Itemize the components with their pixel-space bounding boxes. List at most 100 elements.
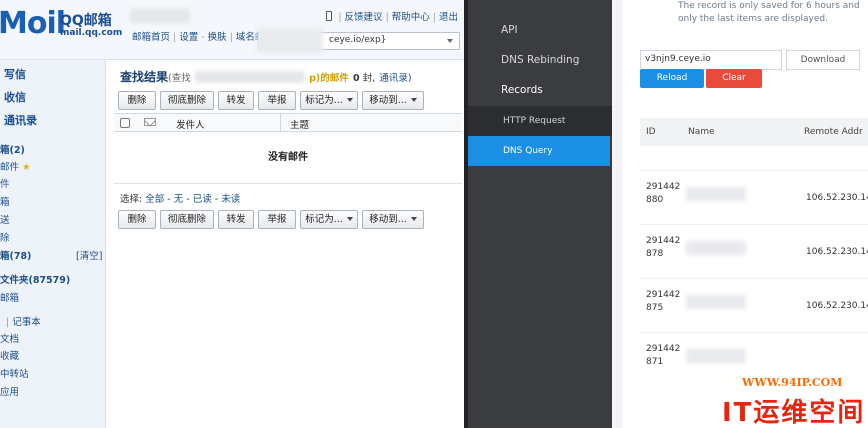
- chevron-down-icon: [346, 98, 353, 102]
- trash-clear-link[interactable]: [清空]: [76, 248, 102, 262]
- sidebar-item-transfer[interactable]: 中转站: [0, 366, 29, 380]
- nav-api[interactable]: API: [468, 24, 612, 36]
- sidebar-item-apps[interactable]: 应用: [0, 384, 19, 398]
- nav-skin[interactable]: 换肤: [208, 32, 227, 43]
- table-row: 291442878 106.52.230.148: [640, 224, 868, 280]
- search-result-title: 查找结果(查找 p)的邮件 0 封, 通讯录): [120, 70, 412, 84]
- mail-domain: mail.qq.com: [60, 28, 123, 38]
- receive-button[interactable]: 收信: [4, 89, 26, 105]
- sidebar-item-starred[interactable]: 邮件 ★: [0, 159, 31, 173]
- sidebar-item-mailbox[interactable]: 邮箱: [0, 290, 19, 304]
- empty-message: 没有邮件: [114, 132, 462, 184]
- table-row: 291442880 106.52.230.148: [640, 170, 868, 226]
- sidebar-item-notes[interactable]: | 记事本: [6, 314, 41, 328]
- redacted-query: [194, 71, 305, 83]
- permanent-delete-button-bottom[interactable]: 彻底删除: [160, 210, 214, 229]
- report-button[interactable]: 举报: [258, 91, 296, 110]
- nav-records[interactable]: Records: [468, 84, 612, 96]
- reload-button[interactable]: Reload: [640, 69, 704, 88]
- records-card: The record is only saved for 6 hours and…: [622, 0, 868, 428]
- mail-table-header: 发件人 主题: [114, 113, 462, 132]
- record-id: 291442875: [646, 290, 681, 313]
- record-addr: 106.52.230.148: [806, 193, 868, 203]
- sidebar-item-favorites[interactable]: 收藏: [0, 348, 19, 362]
- table-row: 291442875 106.52.230.148: [640, 278, 868, 334]
- mail-sidebar: 写信 收信 通讯录 箱(2) 邮件 ★ 件 箱 送 除 箱(78) [清空] 文…: [0, 60, 106, 428]
- nav-dns-rebinding[interactable]: DNS Rebinding: [468, 54, 612, 66]
- mark-as-dropdown[interactable]: 标记为...: [300, 91, 358, 110]
- feedback-link[interactable]: 反馈建议: [345, 12, 383, 23]
- nav-http-request[interactable]: HTTP Request: [468, 106, 612, 136]
- redacted-search: [257, 27, 323, 53]
- chevron-down-icon: [410, 217, 417, 221]
- redacted-username: [130, 9, 190, 23]
- col-name: Name: [688, 127, 715, 137]
- permanent-delete-button[interactable]: 彻底删除: [160, 91, 214, 110]
- redacted-name: [686, 187, 746, 201]
- chevron-down-icon: [410, 98, 417, 102]
- search-dropdown-icon[interactable]: [447, 39, 453, 43]
- redacted-name: [686, 349, 746, 363]
- redacted-name: [686, 241, 746, 255]
- nav-dns-query[interactable]: DNS Query: [468, 136, 610, 166]
- record-id: 291442871: [646, 344, 681, 367]
- phone-icon[interactable]: [326, 11, 333, 21]
- col-sender[interactable]: 发件人: [176, 117, 205, 131]
- sidebar-item-6[interactable]: 除: [0, 230, 10, 244]
- clear-button[interactable]: Clear: [706, 69, 762, 88]
- mail-brand: QQ邮箱: [60, 13, 112, 29]
- record-id: 291442880: [646, 182, 681, 205]
- sidebar-item-3[interactable]: 件: [0, 176, 10, 190]
- select-read-link[interactable]: 已读: [193, 194, 212, 205]
- sidebar-item-inbox[interactable]: 箱(2): [0, 142, 25, 156]
- records-panel: The record is only saved for 6 hours and…: [612, 0, 868, 428]
- select-row: 选择: 全部 - 无 - 已读 - 未读: [120, 194, 241, 205]
- move-to-dropdown-bottom[interactable]: 移动到...: [362, 210, 424, 229]
- help-link[interactable]: 帮助中心: [392, 12, 430, 23]
- top-links: | 反馈建议 | 帮助中心 | 退出: [326, 9, 458, 23]
- contacts-button[interactable]: 通讯录: [4, 112, 37, 128]
- sidebar-item-folders[interactable]: 文件夹(87579): [0, 272, 70, 286]
- sidebar-item-4[interactable]: 箱: [0, 194, 10, 208]
- delete-button-bottom[interactable]: 删除: [118, 210, 156, 229]
- sidebar-item-5[interactable]: 送: [0, 212, 10, 226]
- redacted-name: [686, 295, 746, 309]
- download-button[interactable]: Download: [786, 50, 860, 70]
- mail-content: 查找结果(查找 p)的邮件 0 封, 通讯录) 删除 彻底删除 转发 举报 标记…: [112, 60, 464, 428]
- sidebar-item-trash[interactable]: 箱(78): [0, 248, 31, 262]
- mark-as-dropdown-bottom[interactable]: 标记为...: [300, 210, 358, 229]
- forward-button[interactable]: 转发: [218, 91, 254, 110]
- mail-search-input[interactable]: ceye.io/exp}: [257, 27, 460, 53]
- watermark-text: IT运维空间: [722, 398, 866, 428]
- mail-nav: 邮箱首页 | 设置 - 换肤 | 域名邮: [132, 32, 265, 43]
- nav-home[interactable]: 邮箱首页: [132, 32, 170, 43]
- forward-button-bottom[interactable]: 转发: [218, 210, 254, 229]
- nav-settings[interactable]: 设置: [179, 32, 198, 43]
- select-none-link[interactable]: 无: [174, 194, 184, 205]
- chevron-down-icon: [346, 217, 353, 221]
- mail-logo: Moil: [0, 6, 66, 41]
- sidebar-item-docs[interactable]: 文档: [0, 331, 19, 345]
- star-icon: ★: [22, 162, 31, 173]
- select-all-checkbox[interactable]: [120, 118, 130, 128]
- select-all-link[interactable]: 全部: [145, 194, 164, 205]
- delete-button[interactable]: 删除: [118, 91, 156, 110]
- move-to-dropdown[interactable]: 移动到...: [362, 91, 424, 110]
- report-button-bottom[interactable]: 举报: [258, 210, 296, 229]
- select-unread-link[interactable]: 未读: [221, 194, 240, 205]
- col-id: ID: [646, 127, 656, 137]
- write-button[interactable]: 写信: [4, 66, 26, 82]
- mail-header: Moil QQ邮箱 mail.qq.com | 反馈建议 | 帮助中心 | 退出 邮箱首页…: [0, 0, 464, 60]
- ceye-sidebar: API DNS Rebinding Records HTTP Request D…: [468, 0, 612, 428]
- mail-status-icon: [144, 118, 156, 126]
- record-addr: 106.52.230.148: [806, 301, 868, 311]
- col-subject[interactable]: 主题: [290, 117, 309, 131]
- watermark-url: WWW.94IP.COM: [742, 376, 843, 389]
- col-remote-addr: Remote Addr: [804, 127, 863, 137]
- records-notice: The record is only saved for 6 hours and…: [678, 1, 860, 24]
- record-id: 291442878: [646, 236, 681, 259]
- logout-link[interactable]: 退出: [439, 12, 458, 23]
- filter-input[interactable]: v3njn9.ceye.io: [640, 50, 782, 70]
- record-addr: 106.52.230.148: [806, 247, 868, 257]
- qq-mail-window: Moil QQ邮箱 mail.qq.com | 反馈建议 | 帮助中心 | 退出 邮箱首页…: [0, 0, 464, 428]
